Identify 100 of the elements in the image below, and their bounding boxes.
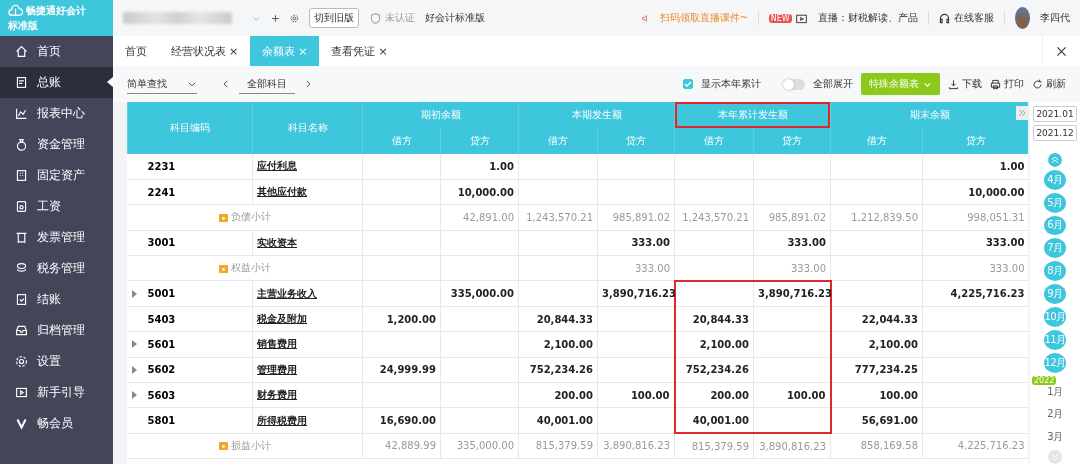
account-name-link[interactable]: 税金及附加 (257, 313, 307, 325)
checkbox-label: 显示本年累计 (701, 77, 761, 91)
sidebar-item[interactable]: 资金管理 (0, 129, 113, 160)
account-name-link[interactable]: 实收资本 (257, 236, 297, 248)
amount: 100.00 (879, 389, 918, 401)
amount: 333.00 (631, 237, 670, 249)
product-name: 好会计标准版 (424, 11, 485, 25)
cert-status: 未认证 (384, 11, 415, 25)
account-name-link[interactable]: 所得税费用 (257, 414, 307, 426)
checkout-icon (15, 293, 28, 306)
download-icon (948, 78, 959, 90)
amount: 752,234.26 (685, 364, 749, 376)
amount: 333.00 (787, 237, 826, 249)
expand-arrow-icon[interactable] (131, 289, 137, 298)
amount: 42,891.00 (463, 211, 514, 223)
amount: 1,243,570.21 (526, 211, 593, 223)
switch-label: 全部展开 (813, 77, 853, 91)
account-code: 2241 (147, 186, 176, 198)
tab[interactable]: 首页 (113, 36, 159, 66)
account-name-link[interactable]: 财务费用 (257, 389, 297, 401)
account-code: 2231 (147, 160, 176, 172)
close-icon[interactable]: × (378, 44, 388, 58)
sidebar-item[interactable]: 发票管理 (0, 222, 113, 253)
amount: 4,225,716.23 (950, 288, 1025, 300)
account-name-link[interactable]: 管理费用 (257, 363, 297, 375)
support-link[interactable]: 在线客服 (954, 11, 995, 25)
close-icon[interactable]: × (229, 44, 239, 58)
search-mode-dropdown[interactable]: 简单查找 (127, 74, 197, 94)
collapse-panel-button[interactable] (1016, 106, 1028, 120)
amount: 10,000.00 (457, 186, 514, 198)
expand-all-switch[interactable] (783, 78, 805, 90)
live-link[interactable]: 直播：财税解读、产品 (817, 11, 918, 25)
amount: 985,891.02 (612, 211, 670, 223)
column-header: 贷方 (753, 128, 831, 154)
tab[interactable]: 经营状况表 × (159, 36, 251, 66)
amount: 3,890,816.23 (603, 440, 670, 452)
amount: 16,690.00 (379, 415, 436, 427)
toolbar-action[interactable]: 打印 (1004, 77, 1024, 91)
amount: 200.00 (710, 389, 749, 401)
toolbar-action[interactable]: 下载 (962, 77, 982, 91)
vip-icon (15, 417, 28, 430)
sidebar-item[interactable]: 工资 (0, 191, 113, 222)
sidebar-item[interactable]: 首页 (0, 36, 113, 67)
column-header: 借方 (830, 128, 923, 154)
amount: 1.00 (489, 160, 514, 172)
amount: 3,890,816.23 (759, 440, 826, 452)
sidebar-item[interactable]: 归档管理 (0, 315, 113, 346)
double-chevron-icon (1018, 109, 1026, 117)
sidebar-item[interactable]: 报表中心 (0, 98, 113, 129)
chevron-right-icon (303, 79, 313, 89)
tab[interactable]: 查看凭证 × (319, 36, 400, 66)
month-item[interactable]: 3月 (1044, 427, 1066, 448)
toolbar-action[interactable]: 刷新 (1046, 77, 1066, 91)
expand-arrow-icon[interactable] (131, 365, 137, 374)
switch-version-button[interactable]: 切到旧版 (308, 8, 359, 28)
chart-icon (15, 107, 28, 120)
sidebar-item[interactable]: 结账 (0, 284, 113, 315)
amount: 22,044.33 (861, 313, 918, 325)
account-name-link[interactable]: 其他应付款 (257, 186, 307, 198)
end-date-field[interactable]: 2021.12 (1033, 125, 1077, 141)
column-header: 科目编码 (127, 102, 253, 154)
sidebar-item[interactable]: 固定资产 (0, 160, 113, 191)
amount: 42,889.99 (385, 440, 436, 452)
sidebar-item[interactable]: 总账 (0, 67, 113, 98)
amount: 333.00 (989, 262, 1025, 274)
shield-icon (368, 11, 382, 25)
column-group-header: 期末余额 (830, 102, 1028, 128)
subject-selector[interactable]: 全部科目 (239, 74, 295, 94)
start-date-field[interactable]: 2021.01 (1033, 106, 1077, 122)
expand-arrow-icon[interactable] (131, 391, 137, 400)
ytd-checkbox[interactable] (683, 79, 693, 89)
sidebar-item[interactable]: 设置 (0, 346, 113, 377)
month-item[interactable]: 2月 (1044, 404, 1066, 425)
expand-arrow-icon[interactable] (131, 340, 137, 349)
amount: 335,000.00 (450, 288, 514, 300)
account-name-link[interactable]: 销售费用 (257, 338, 297, 350)
sidebar-item[interactable]: 税务管理 (0, 253, 113, 284)
year-badge: 2022 (1032, 375, 1057, 385)
column-header: 借方 (674, 128, 754, 154)
amount: 100.00 (786, 389, 826, 401)
folder-icon (218, 212, 228, 222)
scroll-up-icon[interactable] (1048, 152, 1062, 167)
account-name-link[interactable]: 应付利息 (257, 160, 297, 172)
amount: 1.00 (999, 160, 1025, 172)
user-name: 李四代 (1040, 11, 1071, 25)
amount: 200.00 (554, 389, 593, 401)
sidebar-item[interactable]: 新手引导 (0, 377, 113, 408)
amount: 10,000.00 (968, 186, 1025, 198)
folder-icon (218, 441, 228, 451)
sidebar-item[interactable]: 畅会员 (0, 408, 113, 439)
printer-icon (990, 78, 1001, 90)
account-name-link[interactable]: 主营业务收入 (257, 287, 317, 299)
account-code: 3001 (147, 237, 176, 249)
column-header: 科目名称 (252, 102, 363, 154)
amount: 1,200.00 (386, 313, 436, 325)
edition-label: 标准版 (8, 18, 38, 33)
amount: 1,212,839.50 (851, 211, 918, 223)
amount: 20,844.33 (536, 313, 593, 325)
user-avatar[interactable] (1015, 7, 1031, 29)
amount: 815,379.59 (535, 440, 593, 452)
